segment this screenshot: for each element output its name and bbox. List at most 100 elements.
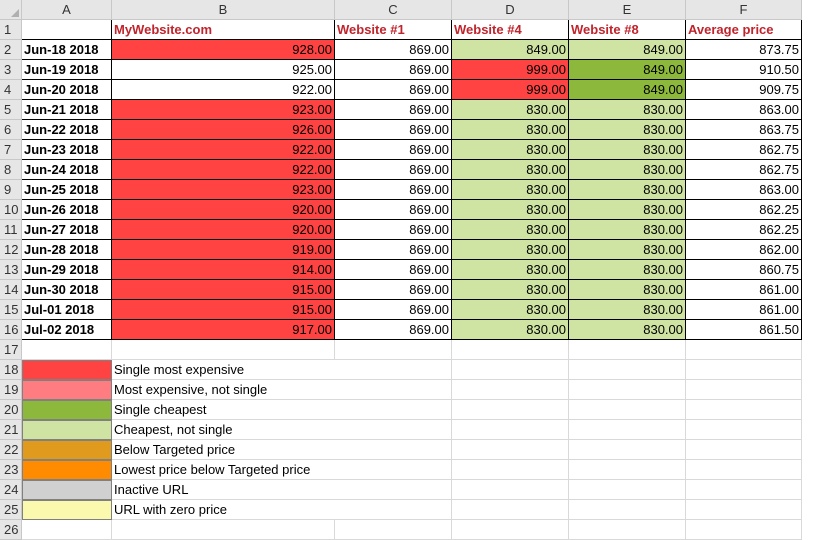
date-cell[interactable]: Jun-28 2018 (22, 240, 112, 260)
price-cell[interactable]: 928.00 (112, 40, 335, 60)
price-cell[interactable]: 923.00 (112, 100, 335, 120)
price-cell[interactable]: 830.00 (569, 160, 686, 180)
date-cell[interactable]: Jun-24 2018 (22, 160, 112, 180)
header-cell-d[interactable]: Website #4 (452, 20, 569, 40)
empty-cell[interactable] (569, 420, 686, 440)
price-cell[interactable]: 999.00 (452, 60, 569, 80)
price-cell[interactable]: 873.75 (686, 40, 802, 60)
price-cell[interactable]: 830.00 (452, 240, 569, 260)
empty-cell[interactable] (452, 440, 569, 460)
legend-label[interactable]: Single most expensive (112, 360, 442, 380)
legend-label[interactable]: Most expensive, not single (112, 380, 442, 400)
column-header-b[interactable]: B (112, 0, 335, 20)
price-cell[interactable]: 830.00 (452, 100, 569, 120)
empty-cell[interactable] (452, 500, 569, 520)
price-cell[interactable]: 922.00 (112, 80, 335, 100)
date-cell[interactable]: Jun-22 2018 (22, 120, 112, 140)
price-cell[interactable]: 830.00 (569, 260, 686, 280)
price-cell[interactable]: 926.00 (112, 120, 335, 140)
price-cell[interactable]: 830.00 (569, 240, 686, 260)
date-cell[interactable]: Jun-20 2018 (22, 80, 112, 100)
legend-label[interactable]: Lowest price below Targeted price (112, 460, 442, 480)
empty-cell[interactable] (686, 400, 802, 420)
price-cell[interactable]: 849.00 (569, 80, 686, 100)
empty-cell[interactable] (686, 380, 802, 400)
price-cell[interactable]: 862.25 (686, 220, 802, 240)
row-header-23[interactable]: 23 (0, 460, 22, 480)
price-cell[interactable]: 830.00 (452, 140, 569, 160)
price-cell[interactable]: 830.00 (569, 100, 686, 120)
row-header-16[interactable]: 16 (0, 320, 22, 340)
price-cell[interactable]: 920.00 (112, 200, 335, 220)
price-cell[interactable]: 862.75 (686, 140, 802, 160)
row-header-8[interactable]: 8 (0, 160, 22, 180)
empty-cell[interactable] (686, 360, 802, 380)
row-header-9[interactable]: 9 (0, 180, 22, 200)
empty-cell[interactable] (335, 340, 452, 360)
price-cell[interactable]: 830.00 (452, 160, 569, 180)
price-cell[interactable]: 830.00 (452, 300, 569, 320)
price-cell[interactable]: 910.50 (686, 60, 802, 80)
empty-cell[interactable] (569, 480, 686, 500)
header-cell-a[interactable] (22, 20, 112, 40)
column-header-c[interactable]: C (335, 0, 452, 20)
row-header-4[interactable]: 4 (0, 80, 22, 100)
price-cell[interactable]: 923.00 (112, 180, 335, 200)
row-header-25[interactable]: 25 (0, 500, 22, 520)
empty-cell[interactable] (686, 440, 802, 460)
row-header-6[interactable]: 6 (0, 120, 22, 140)
price-cell[interactable]: 830.00 (452, 200, 569, 220)
price-cell[interactable]: 869.00 (335, 60, 452, 80)
header-cell-b[interactable]: MyWebsite.com (112, 20, 335, 40)
row-header-11[interactable]: 11 (0, 220, 22, 240)
row-header-21[interactable]: 21 (0, 420, 22, 440)
price-cell[interactable]: 862.25 (686, 200, 802, 220)
row-header-2[interactable]: 2 (0, 40, 22, 60)
price-cell[interactable]: 830.00 (452, 120, 569, 140)
price-cell[interactable]: 869.00 (335, 220, 452, 240)
empty-cell[interactable] (686, 520, 802, 540)
empty-cell[interactable] (569, 380, 686, 400)
empty-cell[interactable] (452, 480, 569, 500)
date-cell[interactable]: Jun-25 2018 (22, 180, 112, 200)
price-cell[interactable]: 830.00 (452, 280, 569, 300)
date-cell[interactable]: Jun-27 2018 (22, 220, 112, 240)
legend-label[interactable]: Inactive URL (112, 480, 442, 500)
empty-cell[interactable] (686, 460, 802, 480)
date-cell[interactable]: Jun-23 2018 (22, 140, 112, 160)
price-cell[interactable]: 869.00 (335, 120, 452, 140)
price-cell[interactable]: 869.00 (335, 40, 452, 60)
empty-cell[interactable] (112, 340, 335, 360)
price-cell[interactable]: 830.00 (569, 120, 686, 140)
empty-cell[interactable] (452, 360, 569, 380)
column-header-d[interactable]: D (452, 0, 569, 20)
empty-cell[interactable] (452, 460, 569, 480)
date-cell[interactable]: Jun-26 2018 (22, 200, 112, 220)
price-cell[interactable]: 862.75 (686, 160, 802, 180)
row-header-10[interactable]: 10 (0, 200, 22, 220)
price-cell[interactable]: 830.00 (452, 260, 569, 280)
price-cell[interactable]: 922.00 (112, 160, 335, 180)
price-cell[interactable]: 869.00 (335, 240, 452, 260)
price-cell[interactable]: 869.00 (335, 160, 452, 180)
price-cell[interactable]: 830.00 (569, 280, 686, 300)
empty-cell[interactable] (452, 340, 569, 360)
price-cell[interactable]: 915.00 (112, 300, 335, 320)
date-cell[interactable]: Jun-30 2018 (22, 280, 112, 300)
price-cell[interactable]: 830.00 (569, 320, 686, 340)
date-cell[interactable]: Jul-02 2018 (22, 320, 112, 340)
row-header-20[interactable]: 20 (0, 400, 22, 420)
select-all-corner[interactable] (0, 0, 22, 20)
empty-cell[interactable] (686, 500, 802, 520)
column-header-a[interactable]: A (22, 0, 112, 20)
price-cell[interactable]: 863.00 (686, 180, 802, 200)
price-cell[interactable]: 869.00 (335, 140, 452, 160)
price-cell[interactable]: 830.00 (569, 220, 686, 240)
empty-cell[interactable] (112, 520, 335, 540)
row-header-15[interactable]: 15 (0, 300, 22, 320)
row-header-14[interactable]: 14 (0, 280, 22, 300)
price-cell[interactable]: 830.00 (569, 140, 686, 160)
date-cell[interactable]: Jun-18 2018 (22, 40, 112, 60)
price-cell[interactable]: 849.00 (569, 60, 686, 80)
row-header-18[interactable]: 18 (0, 360, 22, 380)
